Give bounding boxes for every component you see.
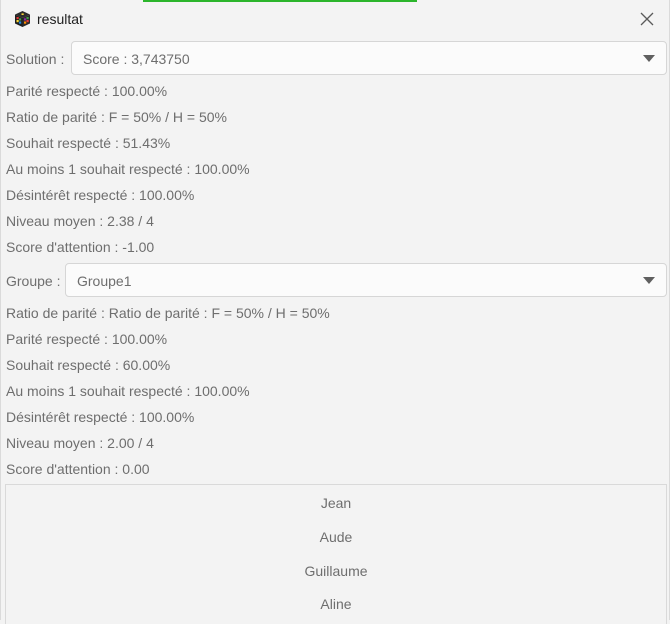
- close-button[interactable]: [631, 5, 663, 33]
- solution-dropdown[interactable]: Score : 3,743750: [71, 41, 667, 75]
- group-label: Groupe :: [6, 273, 61, 289]
- close-icon: [640, 12, 654, 26]
- list-item[interactable]: Aude: [6, 529, 666, 545]
- solution-stat-wish: Souhait respecté : 51.43%: [6, 135, 171, 151]
- solution-stat-average-level: Niveau moyen : 2.38 / 4: [6, 213, 154, 229]
- solution-stat-disinterest: Désintérêt respecté : 100.00%: [6, 187, 195, 203]
- group-stat-parity-ratio: Ratio de parité : Ratio de parité : F = …: [6, 305, 330, 321]
- solution-selected-value: Score : 3,743750: [83, 51, 190, 67]
- group-stat-average-level: Niveau moyen : 2.00 / 4: [6, 435, 154, 451]
- group-dropdown[interactable]: Groupe1: [65, 263, 667, 297]
- group-selected-value: Groupe1: [77, 273, 132, 289]
- solution-stat-at-least-one-wish: Au moins 1 souhait respecté : 100.00%: [6, 161, 250, 177]
- chevron-down-icon: [643, 55, 655, 62]
- solution-label: Solution :: [6, 51, 65, 67]
- chevron-down-icon: [643, 277, 655, 284]
- group-stat-parity: Parité respecté : 100.00%: [6, 331, 168, 347]
- solution-stat-attention-score: Score d'attention : -1.00: [6, 239, 155, 255]
- list-item[interactable]: Aline: [6, 596, 666, 612]
- result-window: resultat Solution : Score : 3,743750 Par…: [0, 0, 670, 624]
- list-item[interactable]: Guillaume: [6, 563, 666, 579]
- list-item[interactable]: Jean: [6, 495, 666, 511]
- group-stat-at-least-one-wish: Au moins 1 souhait respecté : 100.00%: [6, 383, 250, 399]
- group-stat-attention-score: Score d'attention : 0.00: [6, 461, 150, 477]
- solution-stat-parity-ratio: Ratio de parité : F = 50% / H = 50%: [6, 109, 228, 125]
- window-title: resultat: [37, 11, 83, 27]
- title-bar[interactable]: resultat: [1, 0, 670, 38]
- group-stat-wish: Souhait respecté : 60.00%: [6, 357, 171, 373]
- group-members-list[interactable]: Jean Aude Guillaume Aline: [5, 484, 667, 624]
- cube-app-icon: [15, 11, 30, 27]
- solution-stat-parity: Parité respecté : 100.00%: [6, 83, 168, 99]
- group-stat-disinterest: Désintérêt respecté : 100.00%: [6, 409, 195, 425]
